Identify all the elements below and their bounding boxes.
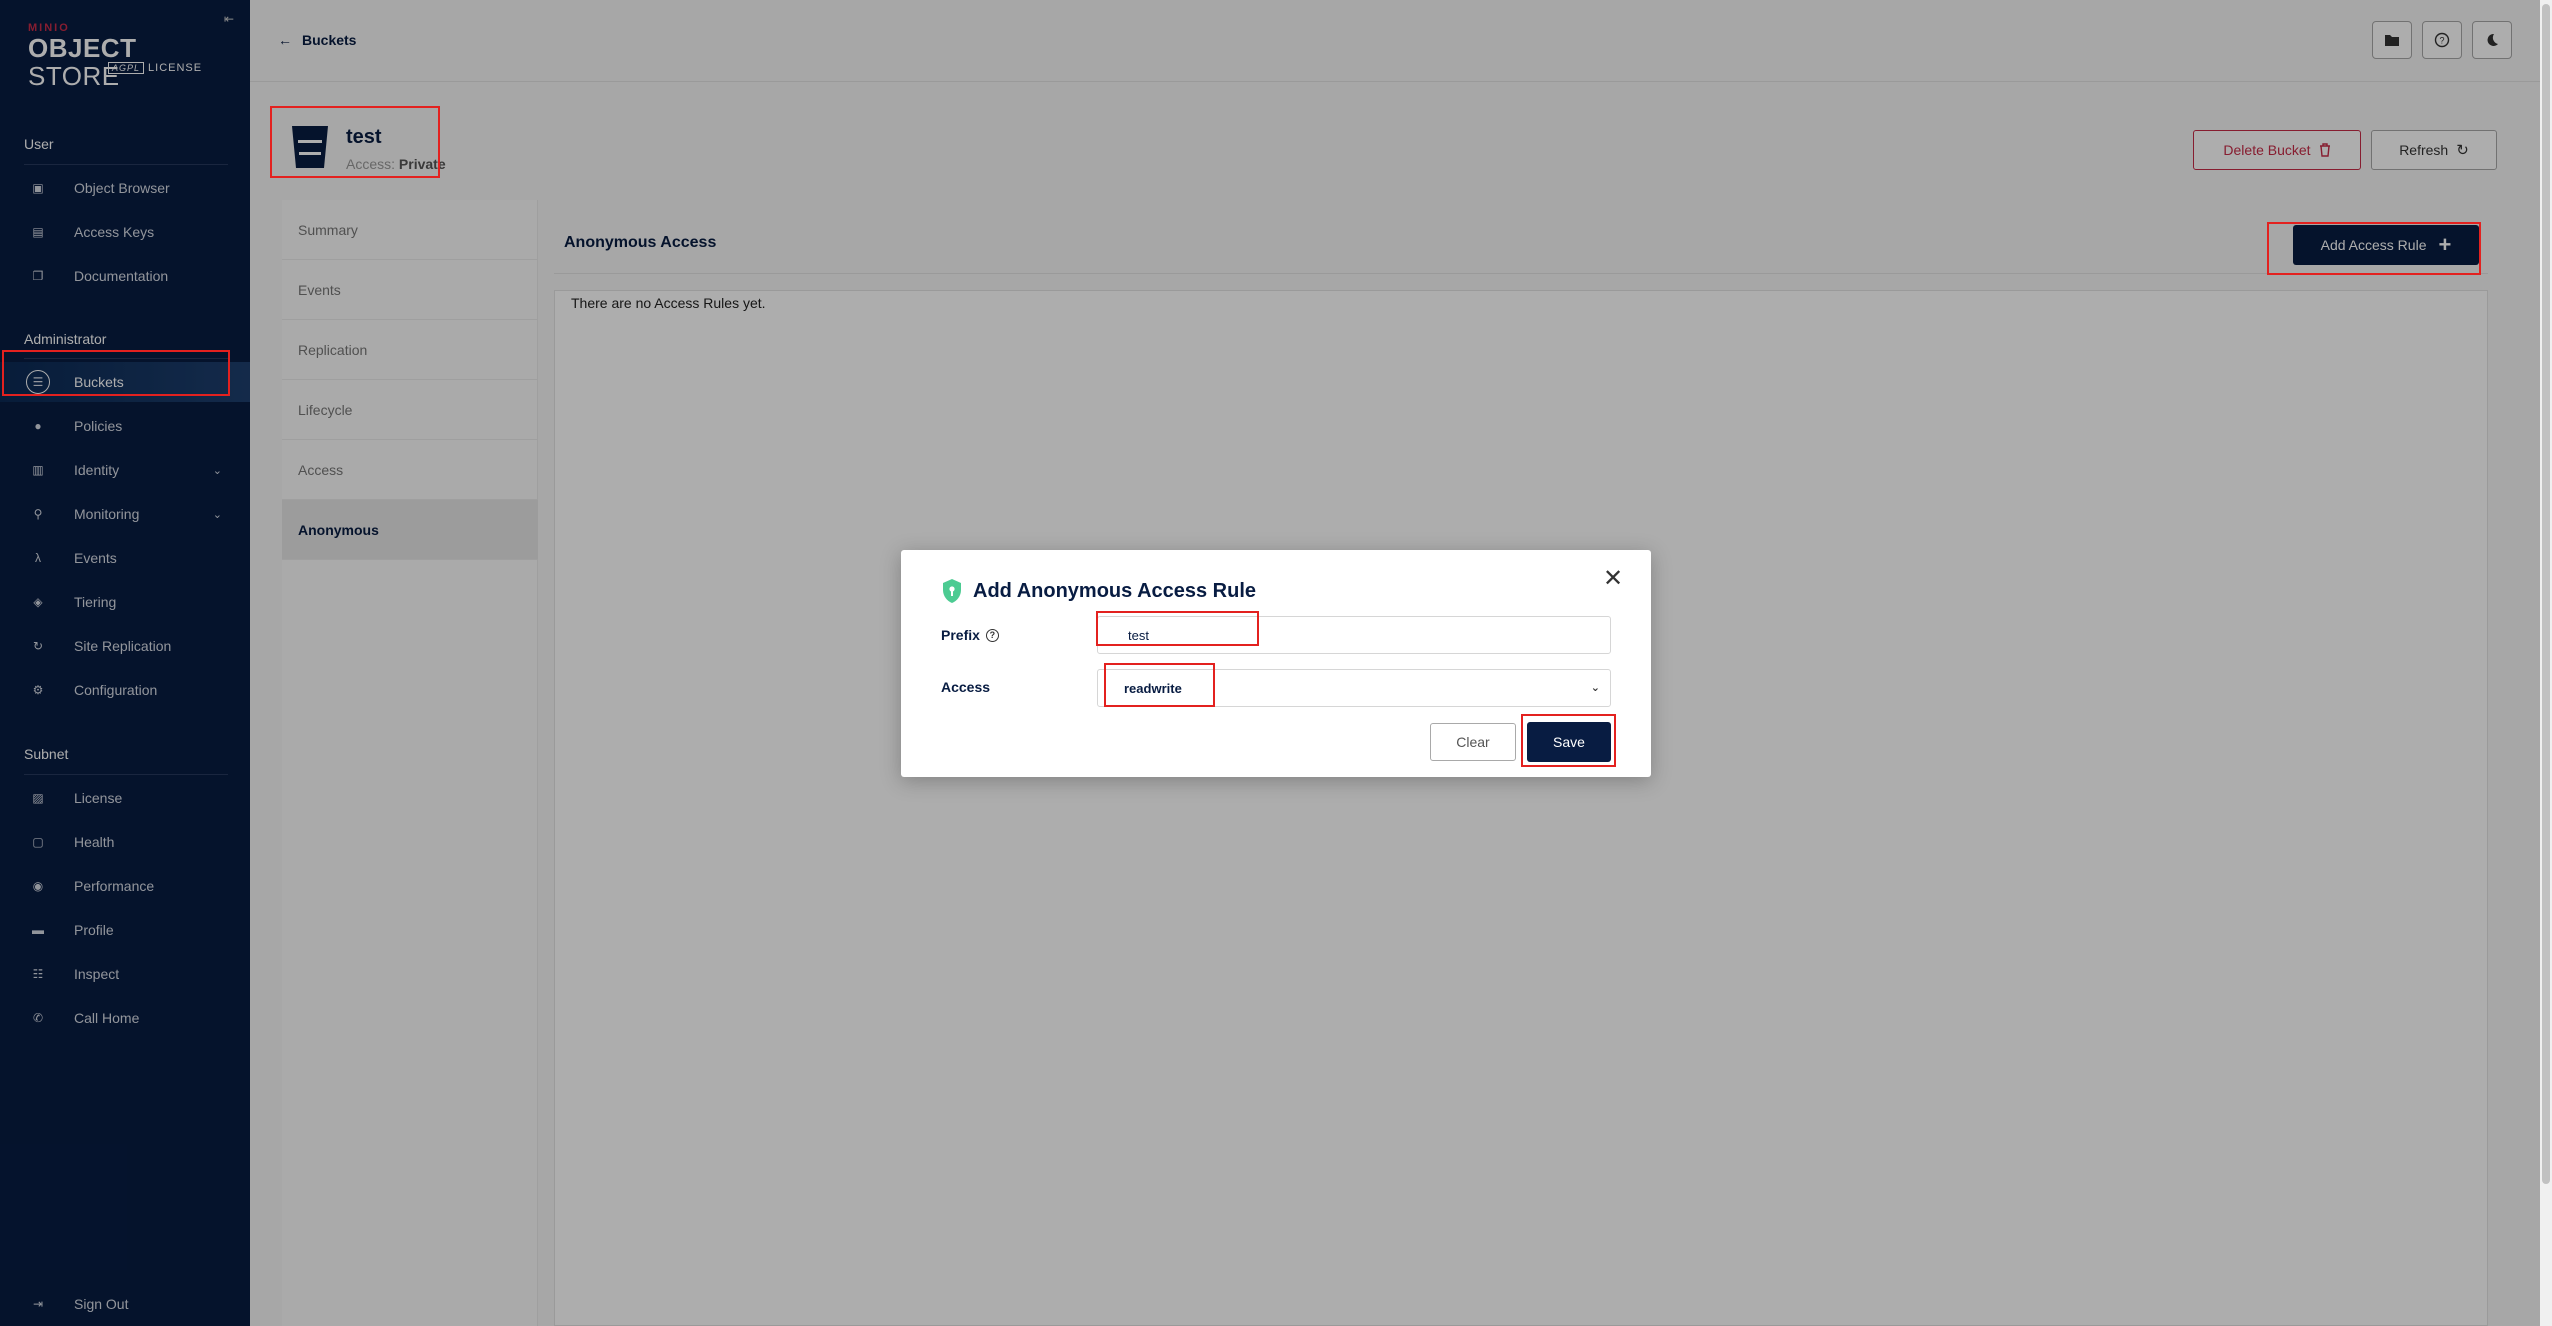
dialog-title: Add Anonymous Access Rule xyxy=(941,578,1256,604)
annotation-box-buckets xyxy=(2,350,230,396)
prefix-label-text: Prefix xyxy=(941,627,980,643)
chevron-down-icon: ⌄ xyxy=(1590,682,1600,694)
clear-button[interactable]: Clear xyxy=(1430,723,1516,761)
annotation-box-access xyxy=(1104,663,1215,707)
annotation-box-prefix xyxy=(1096,611,1259,646)
annotation-box-bucket-header xyxy=(270,106,440,178)
dialog-title-text: Add Anonymous Access Rule xyxy=(973,579,1257,602)
help-icon[interactable]: ? xyxy=(985,628,999,642)
annotation-box-save xyxy=(1521,714,1616,767)
access-label: Access xyxy=(941,679,991,695)
close-icon[interactable]: ✕ xyxy=(1601,564,1625,594)
prefix-label: Prefix ? xyxy=(941,627,999,643)
annotation-box-add-rule xyxy=(2267,222,2481,275)
scrollbar-thumb[interactable] xyxy=(2542,4,2550,1184)
shield-icon xyxy=(943,579,961,603)
